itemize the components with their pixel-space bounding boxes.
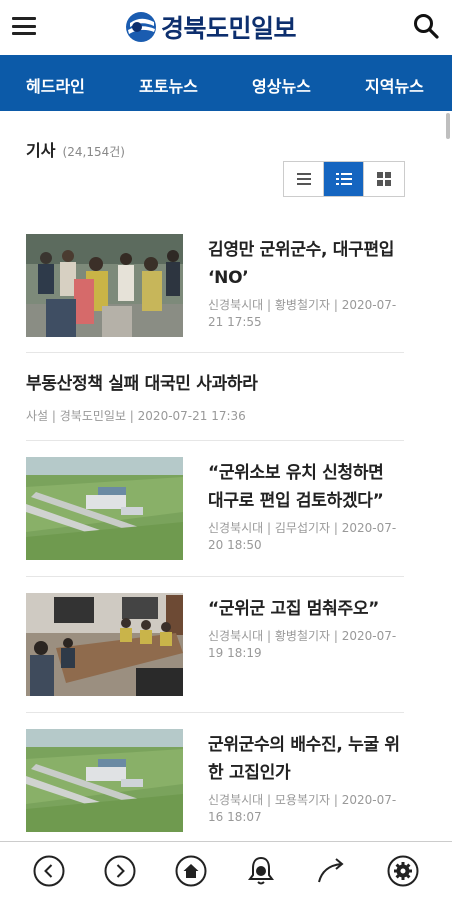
settings-icon <box>387 855 419 887</box>
article-thumbnail-airport-rendering[interactable] <box>26 457 183 560</box>
home-button[interactable] <box>172 852 210 890</box>
back-icon <box>33 855 65 887</box>
logo-text: 경북도민일보 <box>161 14 297 43</box>
article-meta: 신경북시대 | 김무섭기자 | 2020-07-20 18:50 <box>208 521 397 552</box>
article-count-label: 기사 <box>26 141 56 160</box>
article-thumbnail-airport-rendering[interactable] <box>26 729 183 832</box>
article-list-section: 기사 (24,154건) 김영만 군위군수, 대구편입 ‘NO’ 신경북시대 |… <box>0 111 452 841</box>
thumbnail-list-view-button[interactable] <box>324 162 364 196</box>
article-item[interactable]: “군위소보 유치 신청하면 대구로 편입 검토하겠다” 신경북시대 | 김무섭기… <box>26 457 404 577</box>
notification-bell-icon <box>248 856 275 885</box>
hamburger-menu-icon[interactable] <box>12 14 36 38</box>
view-mode-toggle <box>283 161 405 197</box>
article-meta: 신경북시대 | 황병철기자 | 2020-07-19 18:19 <box>208 629 397 660</box>
bottom-toolbar <box>0 841 452 900</box>
nav-item-video-news[interactable]: 영상뉴스 <box>252 73 311 97</box>
newspaper-logo-mark-icon <box>126 12 156 42</box>
category-nav: 헤드라인 포토뉴스 영상뉴스 지역뉴스 <box>0 55 452 111</box>
top-bar: 경북도민일보 <box>0 0 452 55</box>
article-title[interactable]: 군위군수의 배수진, 누굴 위한 고집인가 <box>208 731 404 787</box>
grid-view-button[interactable] <box>364 162 404 196</box>
settings-button[interactable] <box>384 852 422 890</box>
nav-item-photo-news[interactable]: 포토뉴스 <box>139 73 198 97</box>
article-title[interactable]: “군위소보 유치 신청하면 대구로 편입 검토하겠다” <box>208 459 404 515</box>
article-count-value: (24,154건) <box>62 145 125 159</box>
article-item[interactable]: 김영만 군위군수, 대구편입 ‘NO’ 신경북시대 | 황병철기자 | 2020… <box>26 234 404 353</box>
nav-item-headline[interactable]: 헤드라인 <box>26 73 85 97</box>
article-meta: 신경북시대 | 모용복기자 | 2020-07-16 18:07 <box>208 793 397 824</box>
article-item[interactable]: 군위군수의 배수진, 누굴 위한 고집인가 신경북시대 | 모용복기자 | 20… <box>26 729 404 841</box>
share-button[interactable] <box>313 852 351 890</box>
article-item[interactable]: “군위군 고집 멈춰주오” 신경북시대 | 황병철기자 | 2020-07-19… <box>26 593 404 713</box>
article-count: 기사 (24,154건) <box>26 137 125 161</box>
nav-item-local-news[interactable]: 지역뉴스 <box>365 73 424 97</box>
article-thumbnail-meeting-photo[interactable] <box>26 593 183 696</box>
list-view-button[interactable] <box>284 162 324 196</box>
search-icon[interactable] <box>412 12 440 40</box>
grid-view-icon <box>377 172 391 186</box>
article-meta: 신경북시대 | 황병철기자 | 2020-07-21 17:55 <box>208 298 397 329</box>
article-meta: 사설 | 경북도민일보 | 2020-07-21 17:36 <box>26 409 246 423</box>
site-logo[interactable]: 경북도민일보 <box>124 8 297 46</box>
home-icon <box>175 855 207 887</box>
share-icon <box>317 858 344 883</box>
article-title[interactable]: “군위군 고집 멈춰주오” <box>208 595 404 623</box>
forward-icon <box>104 855 136 887</box>
notification-button[interactable] <box>242 852 280 890</box>
article-title[interactable]: 김영만 군위군수, 대구편입 ‘NO’ <box>208 236 404 292</box>
article-title[interactable]: 부동산정책 실패 대국민 사과하라 <box>26 369 258 394</box>
back-button[interactable] <box>30 852 68 890</box>
forward-button[interactable] <box>101 852 139 890</box>
article-thumbnail-protest-photo[interactable] <box>26 234 183 337</box>
thumbnail-list-view-icon <box>335 173 352 185</box>
article-item[interactable]: 부동산정책 실패 대국민 사과하라 사설 | 경북도민일보 | 2020-07-… <box>26 369 404 441</box>
list-view-icon <box>296 173 311 185</box>
